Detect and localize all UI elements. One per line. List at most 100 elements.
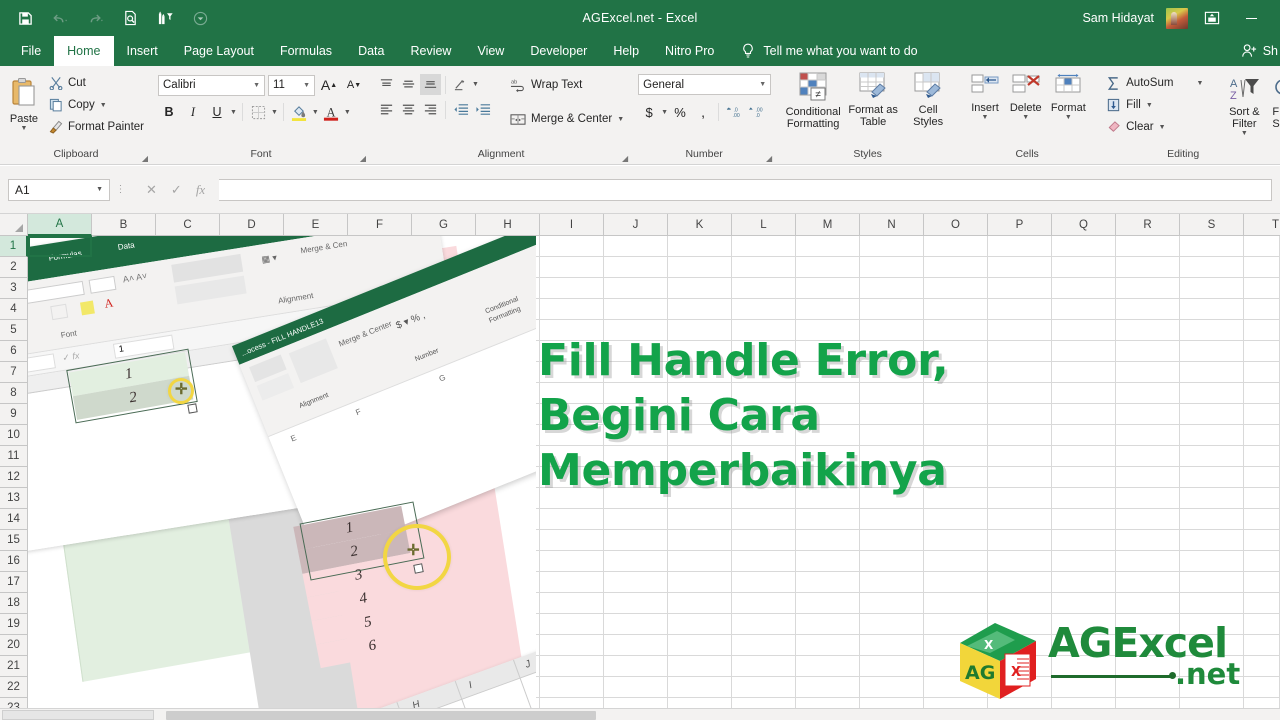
paste-caret-icon[interactable]: ▼	[21, 125, 28, 132]
column-header-K[interactable]: K	[668, 214, 732, 236]
chevron-down-icon[interactable]: ▼	[759, 81, 766, 88]
tab-home[interactable]: Home	[54, 36, 114, 66]
comma-style-button[interactable]: ,	[692, 101, 714, 123]
format-caret-icon[interactable]: ▼	[1065, 114, 1072, 121]
row-header-2[interactable]: 2	[0, 257, 28, 278]
print-preview-icon[interactable]	[119, 7, 141, 29]
number-dialog-launcher[interactable]: ◢	[766, 154, 772, 163]
tab-file[interactable]: File	[8, 36, 54, 66]
fill-button[interactable]: Fill ▼	[1103, 94, 1206, 116]
bold-button[interactable]: B	[158, 101, 180, 123]
row-header-6[interactable]: 6	[0, 341, 28, 362]
row-header-11[interactable]: 11	[0, 446, 28, 467]
borders-caret-icon[interactable]: ▼	[271, 109, 278, 116]
middle-align-button[interactable]	[398, 74, 419, 95]
clear-button[interactable]: Clear ▼	[1103, 116, 1206, 138]
row-header-14[interactable]: 14	[0, 509, 28, 530]
row-header-21[interactable]: 21	[0, 656, 28, 677]
row-header-17[interactable]: 17	[0, 572, 28, 593]
shrink-font-button[interactable]: A ▼	[343, 74, 365, 96]
align-left-button[interactable]	[376, 99, 397, 120]
underline-button[interactable]: U	[206, 101, 228, 123]
clipboard-dialog-launcher[interactable]: ◢	[142, 154, 148, 163]
fill-color-caret-icon[interactable]: ▼	[312, 109, 319, 116]
accounting-caret-icon[interactable]: ▼	[661, 109, 668, 116]
column-header-B[interactable]: B	[92, 214, 156, 236]
autosum-caret-icon[interactable]: ▼	[1196, 80, 1203, 87]
row-header-16[interactable]: 16	[0, 551, 28, 572]
customize-qat-icon[interactable]	[189, 7, 211, 29]
cut-button[interactable]: Cut	[46, 72, 147, 94]
merge-center-caret-icon[interactable]: ▼	[617, 116, 624, 123]
formula-bar-splitter[interactable]: ⋮	[110, 184, 132, 195]
fill-caret-icon[interactable]: ▼	[1146, 102, 1153, 109]
column-header-A[interactable]: A	[28, 214, 92, 236]
increase-indent-button[interactable]	[472, 99, 493, 120]
tab-page-layout[interactable]: Page Layout	[171, 36, 267, 66]
sort-filter-icon[interactable]	[154, 7, 176, 29]
percent-style-button[interactable]: %	[669, 101, 691, 123]
column-header-F[interactable]: F	[348, 214, 412, 236]
italic-button[interactable]: I	[182, 101, 204, 123]
font-color-caret-icon[interactable]: ▼	[344, 109, 351, 116]
row-header-10[interactable]: 10	[0, 425, 28, 446]
row-header-9[interactable]: 9	[0, 404, 28, 425]
cancel-formula-icon[interactable]: ✕	[146, 182, 157, 198]
column-header-G[interactable]: G	[412, 214, 476, 236]
tab-developer[interactable]: Developer	[517, 36, 600, 66]
row-header-1[interactable]: 1	[0, 236, 28, 257]
name-box-chevron-icon[interactable]: ▼	[96, 186, 103, 193]
formula-input[interactable]	[219, 178, 1272, 201]
clear-caret-icon[interactable]: ▼	[1159, 124, 1166, 131]
column-header-P[interactable]: P	[988, 214, 1052, 236]
top-align-button[interactable]	[376, 74, 397, 95]
grow-font-button[interactable]: A ▲	[318, 74, 340, 96]
chevron-down-icon[interactable]: ▼	[253, 82, 260, 89]
row-header-22[interactable]: 22	[0, 677, 28, 698]
font-color-button[interactable]: A	[321, 102, 342, 123]
horizontal-scrollbar[interactable]	[0, 708, 1280, 720]
redo-icon[interactable]	[84, 7, 106, 29]
insert-cells-button[interactable]: Insert ▼	[965, 72, 1005, 121]
tab-review[interactable]: Review	[397, 36, 464, 66]
number-format-combo[interactable]: General ▼	[638, 74, 772, 95]
name-box[interactable]: A1 ▼	[8, 178, 110, 201]
font-size-combo[interactable]: 11 ▼	[268, 74, 315, 96]
find-select-button[interactable]: F Se	[1272, 74, 1280, 130]
font-name-combo[interactable]: Calibri ▼	[158, 74, 265, 96]
format-as-table-button[interactable]: Format as Table	[844, 70, 902, 128]
avatar[interactable]	[1166, 7, 1188, 29]
row-header-15[interactable]: 15	[0, 530, 28, 551]
sort-filter-button[interactable]: AZ Sort & Filter ▼	[1218, 74, 1270, 137]
autosum-button[interactable]: AutoSum ▼	[1103, 72, 1206, 94]
accounting-format-button[interactable]: $	[638, 101, 660, 123]
center-button[interactable]	[398, 99, 419, 120]
orientation-caret-icon[interactable]: ▼	[472, 81, 479, 88]
delete-caret-icon[interactable]: ▼	[1022, 114, 1029, 121]
wrap-text-button[interactable]: ab Wrap Text	[507, 74, 627, 96]
tab-data[interactable]: Data	[345, 36, 397, 66]
row-header-4[interactable]: 4	[0, 299, 28, 320]
save-icon[interactable]	[14, 7, 36, 29]
row-header-5[interactable]: 5	[0, 320, 28, 341]
insert-caret-icon[interactable]: ▼	[982, 114, 989, 121]
share-button[interactable]: Sh	[1241, 36, 1280, 66]
tab-nitro-pro[interactable]: Nitro Pro	[652, 36, 727, 66]
column-header-C[interactable]: C	[156, 214, 220, 236]
cell-styles-button[interactable]: Cell Styles	[902, 70, 954, 128]
format-cells-button[interactable]: Format ▼	[1047, 72, 1091, 121]
fill-color-button[interactable]	[289, 102, 310, 123]
column-header-N[interactable]: N	[860, 214, 924, 236]
tab-view[interactable]: View	[464, 36, 517, 66]
column-header-H[interactable]: H	[476, 214, 540, 236]
row-header-12[interactable]: 12	[0, 467, 28, 488]
minimize-button[interactable]	[1236, 7, 1266, 29]
enter-formula-icon[interactable]: ✓	[171, 182, 182, 198]
column-header-Q[interactable]: Q	[1052, 214, 1116, 236]
row-header-7[interactable]: 7	[0, 362, 28, 383]
column-header-T[interactable]: T	[1244, 214, 1280, 236]
merge-center-button[interactable]: Merge & Center ▼	[507, 108, 627, 130]
decrease-indent-button[interactable]	[450, 99, 471, 120]
delete-cells-button[interactable]: Delete ▼	[1005, 72, 1047, 121]
column-header-I[interactable]: I	[540, 214, 604, 236]
